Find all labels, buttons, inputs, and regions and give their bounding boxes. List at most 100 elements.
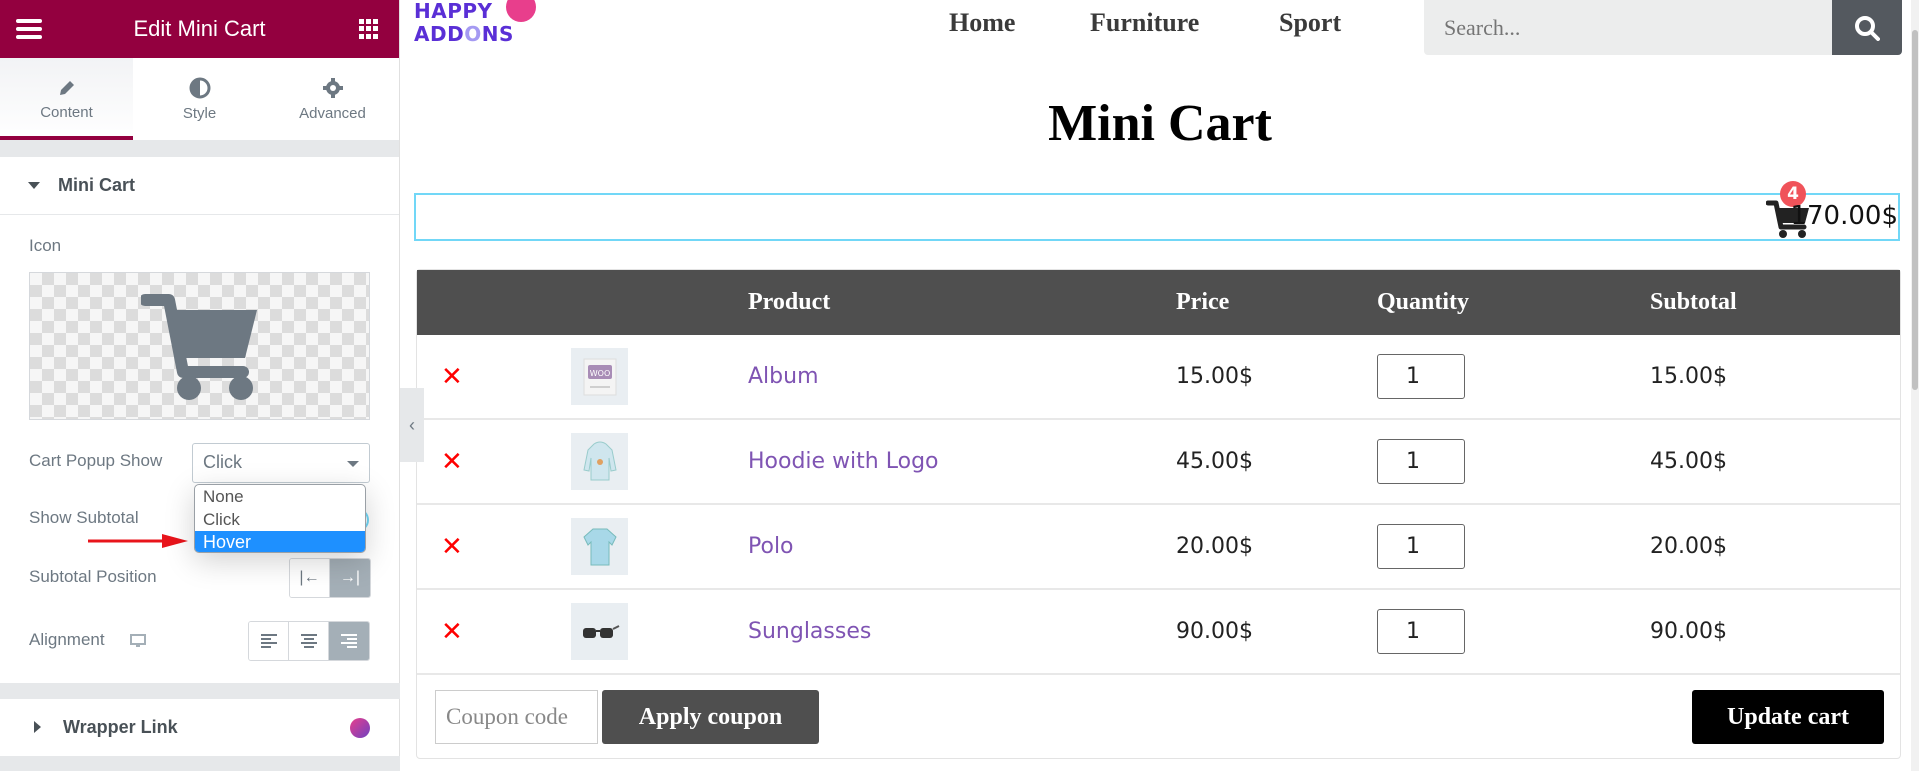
option-none[interactable]: None (195, 485, 365, 508)
select-value: Click (203, 452, 242, 472)
page-title: Mini Cart (1048, 95, 1272, 152)
quantity-input[interactable]: 1 (1377, 439, 1465, 484)
caret-right-icon (34, 721, 41, 733)
position-right-button[interactable]: →| (330, 559, 370, 597)
section-mini-cart-toggle[interactable]: Mini Cart (0, 157, 399, 215)
table-row: ✕ Polo 20.00$ 1 20.00$ (417, 505, 1900, 590)
site-logo[interactable]: HAPPY ADDONS (414, 0, 544, 52)
tab-advanced-label: Advanced (299, 104, 366, 122)
option-click[interactable]: Click (195, 508, 365, 531)
align-center-button[interactable] (289, 622, 329, 660)
icon-picker[interactable] (29, 272, 370, 420)
hoodie-thumbnail[interactable] (571, 433, 628, 490)
product-price: 20.00$ (1176, 534, 1253, 559)
cart-table: Product Price Quantity Subtotal ✕ WOO Al… (416, 269, 1901, 759)
cart-actions: Coupon code Apply coupon Update cart (417, 675, 1900, 758)
alignment-label: Alignment (29, 630, 105, 649)
album-thumbnail[interactable]: WOO (571, 348, 628, 405)
svg-text:WOO: WOO (589, 369, 610, 378)
header-price: Price (1176, 289, 1230, 315)
table-row: ✕ Hoodie with Logo 45.00$ 1 45.00$ (417, 420, 1900, 505)
page-preview: HAPPY ADDONS Home Furniture Sport Mini C… (401, 0, 1919, 771)
coupon-code-input[interactable]: Coupon code (435, 690, 598, 744)
align-left-icon (260, 634, 277, 648)
header-subtotal: Subtotal (1650, 289, 1737, 315)
icon-control-label: Icon (29, 236, 62, 255)
align-end-icon: →| (339, 569, 361, 586)
quantity-input[interactable]: 1 (1377, 354, 1465, 399)
tab-advanced[interactable]: Advanced (266, 58, 399, 140)
app: Edit Mini Cart Content Style Advanced Mi… (0, 0, 1919, 771)
update-cart-button[interactable]: Update cart (1692, 690, 1884, 744)
product-link[interactable]: Polo (748, 534, 794, 559)
cart-icon (140, 294, 257, 400)
divider (0, 141, 399, 157)
section-title: Wrapper Link (63, 716, 178, 737)
caret-down-icon (28, 182, 40, 189)
collapse-panel-button[interactable]: ‹ (400, 388, 424, 462)
mini-cart-widget[interactable]: 4 170.00$ (414, 181, 1900, 241)
panel-title: Edit Mini Cart (133, 16, 266, 41)
product-image (582, 528, 617, 565)
remove-item-icon[interactable]: ✕ (441, 447, 463, 477)
remove-item-icon[interactable]: ✕ (441, 532, 463, 562)
select-caret-icon (347, 461, 359, 467)
header-quantity: Quantity (1377, 289, 1470, 315)
nav-sport[interactable]: Sport (1279, 8, 1341, 38)
section-wrapper-link-toggle[interactable]: Wrapper Link (0, 698, 400, 756)
product-image (582, 441, 617, 480)
cart-popup-show-select[interactable]: Click (192, 443, 370, 483)
pencil-icon (59, 80, 74, 95)
header-product: Product (748, 289, 831, 315)
half-circle-icon (189, 77, 210, 98)
table-row: ✕ WOO Album 15.00$ 1 15.00$ (417, 335, 1900, 420)
quantity-input[interactable]: 1 (1377, 609, 1465, 654)
nav-home[interactable]: Home (949, 8, 1015, 38)
align-center-icon (300, 634, 317, 648)
option-hover[interactable]: Hover (195, 531, 365, 552)
product-price: 90.00$ (1176, 619, 1253, 644)
tab-style-label: Style (182, 104, 217, 122)
product-subtotal: 45.00$ (1650, 449, 1727, 474)
product-link[interactable]: Hoodie with Logo (748, 449, 939, 474)
subtotal-position-buttons: |← →| (289, 558, 371, 598)
search-button[interactable] (1832, 0, 1902, 55)
show-subtotal-label: Show Subtotal (29, 508, 139, 527)
page-scrollbar[interactable] (1911, 0, 1919, 771)
remove-item-icon[interactable]: ✕ (441, 617, 463, 647)
table-header: Product Price Quantity Subtotal (417, 270, 1900, 335)
gear-icon (322, 77, 343, 98)
happy-addons-icon (350, 718, 370, 738)
quantity-input[interactable]: 1 (1377, 524, 1465, 569)
search-form (1424, 0, 1902, 55)
hamburger-menu-icon[interactable] (16, 19, 42, 39)
product-link[interactable]: Sunglasses (748, 619, 871, 644)
section-title: Mini Cart (58, 175, 136, 195)
sunglasses-thumbnail[interactable] (571, 603, 628, 660)
polo-thumbnail[interactable] (571, 518, 628, 575)
alignment-buttons (248, 621, 370, 661)
panel-tabs: Content Style Advanced (0, 58, 399, 141)
tab-content[interactable]: Content (0, 58, 133, 140)
position-left-button[interactable]: |← (290, 559, 330, 597)
remove-item-icon[interactable]: ✕ (441, 362, 463, 392)
product-image (582, 624, 619, 638)
scrollbar-thumb[interactable] (1912, 30, 1918, 390)
product-image: WOO (583, 358, 616, 395)
chevron-left-icon: ‹ (409, 414, 415, 435)
editor-panel: Edit Mini Cart Content Style Advanced Mi… (0, 0, 400, 771)
product-link[interactable]: Album (748, 364, 819, 389)
apply-coupon-button[interactable]: Apply coupon (602, 690, 819, 744)
cart-popup-show-label: Cart Popup Show (29, 451, 163, 470)
widgets-grid-icon[interactable] (359, 19, 379, 39)
desktop-icon[interactable] (130, 634, 146, 648)
nav-furniture[interactable]: Furniture (1090, 8, 1199, 38)
search-input[interactable] (1424, 0, 1824, 55)
tab-style[interactable]: Style (133, 58, 266, 140)
table-row: ✕ Sunglasses 90.00$ 1 90.00$ (417, 590, 1900, 675)
align-right-button[interactable] (329, 622, 369, 660)
divider (0, 756, 400, 771)
cart-subtotal: 170.00$ (1790, 201, 1898, 231)
align-right-icon (341, 634, 357, 648)
align-left-button[interactable] (249, 622, 289, 660)
